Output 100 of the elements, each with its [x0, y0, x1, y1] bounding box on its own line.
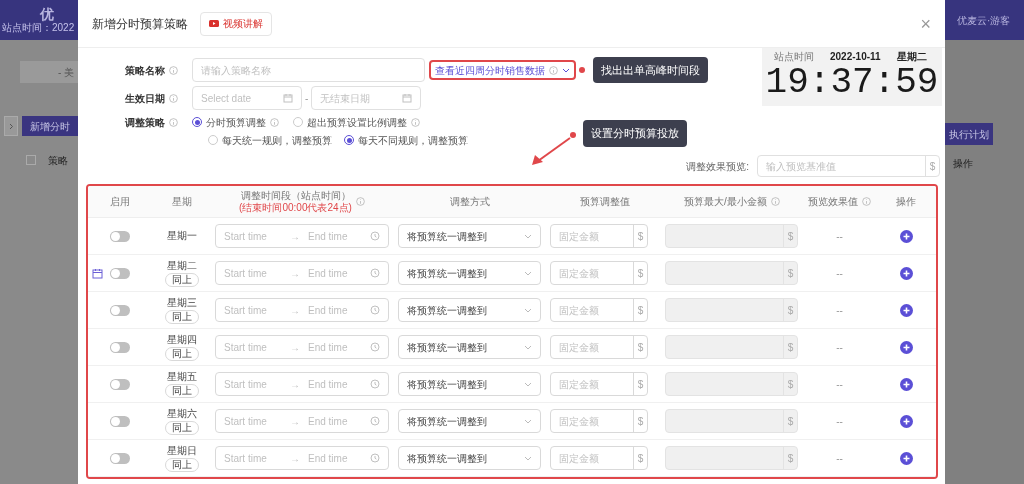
info-icon	[169, 117, 178, 127]
field-label: 策略名称	[125, 63, 165, 78]
info-icon	[169, 93, 178, 103]
time-range-field[interactable]: Start time → End time	[215, 224, 389, 248]
limit-field: $	[665, 372, 798, 396]
field-label: 调整策略	[125, 115, 165, 130]
toggle-switch[interactable]	[110, 378, 130, 390]
run-plan-button[interactable]: 执行计划	[945, 123, 993, 145]
weekday-label: 星期四	[167, 333, 197, 346]
add-icon[interactable]	[899, 340, 913, 354]
method-select[interactable]: 将预算统一调整到	[398, 409, 541, 433]
time-range-field[interactable]: Start time → End time	[215, 409, 389, 433]
column-header: 策略	[48, 153, 68, 168]
time-range-field[interactable]: Start time → End time	[215, 446, 389, 470]
add-icon[interactable]	[899, 229, 913, 243]
add-strategy-button[interactable]: 新增分时	[22, 116, 78, 136]
add-icon[interactable]	[899, 303, 913, 317]
preview-value: --	[836, 451, 843, 466]
limit-field: $	[665, 446, 798, 470]
toggle-switch[interactable]	[110, 304, 130, 316]
chevron-down-icon	[562, 67, 570, 73]
limit-field: $	[665, 409, 798, 433]
dialog-title: 新增分时预算策略	[92, 15, 188, 33]
clock-weekday: 星期二	[896, 50, 927, 62]
weekday-label: 星期一	[167, 230, 197, 242]
same-as-above-button[interactable]: 同上	[165, 346, 199, 361]
preview-value: --	[836, 414, 843, 429]
column-note: (结束时间00:00代表24点)	[239, 201, 352, 214]
same-as-above-button[interactable]: 同上	[165, 272, 199, 287]
radio-label: 每天不同规则，调整预算	[358, 133, 468, 148]
play-icon	[209, 20, 219, 27]
clock-icon	[370, 379, 380, 389]
clock-icon	[370, 231, 380, 241]
same-as-above-button[interactable]: 同上	[165, 420, 199, 435]
user-name: 优麦云·游客	[957, 13, 1011, 28]
toggle-switch[interactable]	[110, 452, 130, 464]
time-range-field[interactable]: Start time → End time	[215, 261, 389, 285]
toggle-switch[interactable]	[110, 415, 130, 427]
add-icon[interactable]	[899, 377, 913, 391]
clock-label: 站点时间	[774, 50, 814, 62]
limit-field: $	[665, 224, 798, 248]
chevron-down-icon	[524, 307, 532, 313]
video-button[interactable]: 视频讲解	[200, 11, 272, 36]
calendar-icon[interactable]	[92, 267, 103, 279]
time-range-field[interactable]: Start time → End time	[215, 335, 389, 359]
add-icon[interactable]	[899, 414, 913, 428]
column-header: 预算最大/最小金额	[684, 195, 767, 208]
limit-field: $	[665, 261, 798, 285]
info-icon	[355, 197, 365, 206]
sales-data-link[interactable]: 查看近四周分时销售数据	[435, 62, 545, 78]
toggle-switch[interactable]	[110, 230, 130, 242]
limit-field: $	[665, 298, 798, 322]
info-icon	[169, 65, 178, 75]
preview-label: 调整效果预览:	[686, 159, 749, 174]
method-select[interactable]: 将预算统一调整到	[398, 298, 541, 322]
clock-icon	[370, 342, 380, 352]
method-select[interactable]: 将预算统一调整到	[398, 372, 541, 396]
column-header: 调整时间段（站点时间）	[240, 189, 351, 202]
time-range-field[interactable]: Start time → End time	[215, 298, 389, 322]
info-icon	[770, 197, 780, 206]
toggle-switch[interactable]	[110, 267, 130, 279]
calendar-icon	[283, 93, 293, 103]
weekday-label: 星期二	[167, 259, 197, 272]
column-header: 操作	[953, 156, 973, 171]
limit-field: $	[665, 335, 798, 359]
checkbox[interactable]	[26, 155, 36, 165]
info-icon	[862, 197, 871, 206]
same-as-above-button[interactable]: 同上	[165, 309, 199, 324]
preview-value: --	[836, 229, 843, 244]
logo-text: 优	[40, 6, 55, 22]
column-header: 启用	[110, 195, 130, 208]
method-select[interactable]: 将预算统一调整到	[398, 335, 541, 359]
chevron-down-icon	[524, 270, 532, 276]
expand-tab[interactable]	[4, 116, 18, 136]
method-select[interactable]: 将预算统一调整到	[398, 224, 541, 248]
preview-value: --	[836, 340, 843, 355]
same-as-above-button[interactable]: 同上	[165, 457, 199, 472]
same-as-above-button[interactable]: 同上	[165, 383, 199, 398]
column-header: 预算调整值	[579, 195, 630, 208]
chevron-down-icon	[524, 418, 532, 424]
header-note: 站点时间：2022	[2, 22, 76, 34]
weekday-label: 星期六	[167, 407, 197, 420]
add-icon[interactable]	[899, 266, 913, 280]
column-header: 预览效果值	[808, 195, 858, 208]
column-header: 星期	[172, 195, 192, 208]
time-range-field[interactable]: Start time → End time	[215, 372, 389, 396]
chevron-down-icon	[524, 381, 532, 387]
chevron-right-icon	[8, 122, 14, 130]
add-icon[interactable]	[899, 451, 913, 465]
method-select[interactable]: 将预算统一调整到	[398, 261, 541, 285]
column-header: 操作	[896, 195, 916, 208]
toggle-switch[interactable]	[110, 341, 130, 353]
chevron-down-icon	[524, 344, 532, 350]
preview-value: --	[836, 377, 843, 392]
field-label: 生效日期	[125, 91, 165, 106]
start-date-field[interactable]: Select date	[192, 86, 302, 110]
callout: 找出出单高峰时间段	[593, 56, 708, 84]
close-button[interactable]: ×	[920, 14, 931, 33]
method-select[interactable]: 将预算统一调整到	[398, 446, 541, 470]
weekday-label: 星期三	[167, 296, 197, 309]
